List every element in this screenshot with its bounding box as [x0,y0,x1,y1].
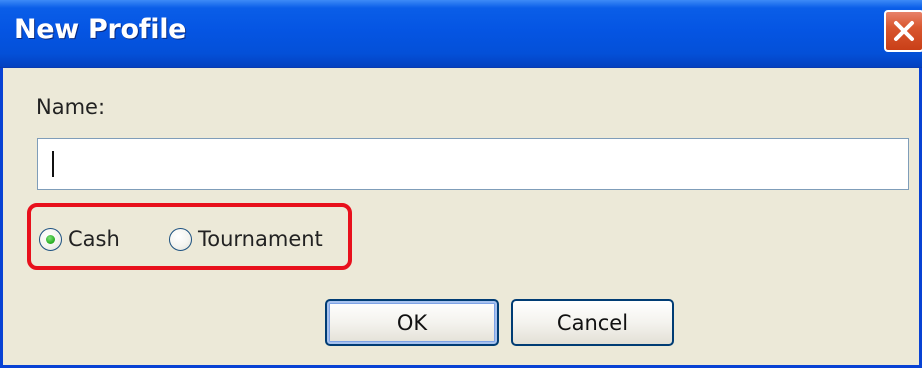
title-bar[interactable]: New Profile [0,0,922,68]
game-type-radio-group: Cash Tournament [27,203,352,270]
radio-selected-dot-icon [46,234,55,244]
radio-cash-label: Cash [68,227,120,251]
close-button[interactable] [884,10,922,52]
close-x-icon [894,21,914,41]
name-input[interactable] [37,138,909,190]
radio-button-checked-icon[interactable] [39,227,62,251]
radio-tournament-label: Tournament [198,227,323,251]
name-label: Name: [36,95,106,119]
radio-cash[interactable]: Cash [39,227,120,251]
dialog-title: New Profile [14,14,187,45]
radio-button-unchecked-icon[interactable] [169,227,192,251]
cancel-button[interactable]: Cancel [511,299,674,346]
ok-button[interactable]: OK [325,299,499,346]
text-caret [52,151,54,177]
radio-tournament[interactable]: Tournament [169,227,323,251]
new-profile-dialog: New Profile Name: Cash Tournament OK Can… [0,0,922,368]
